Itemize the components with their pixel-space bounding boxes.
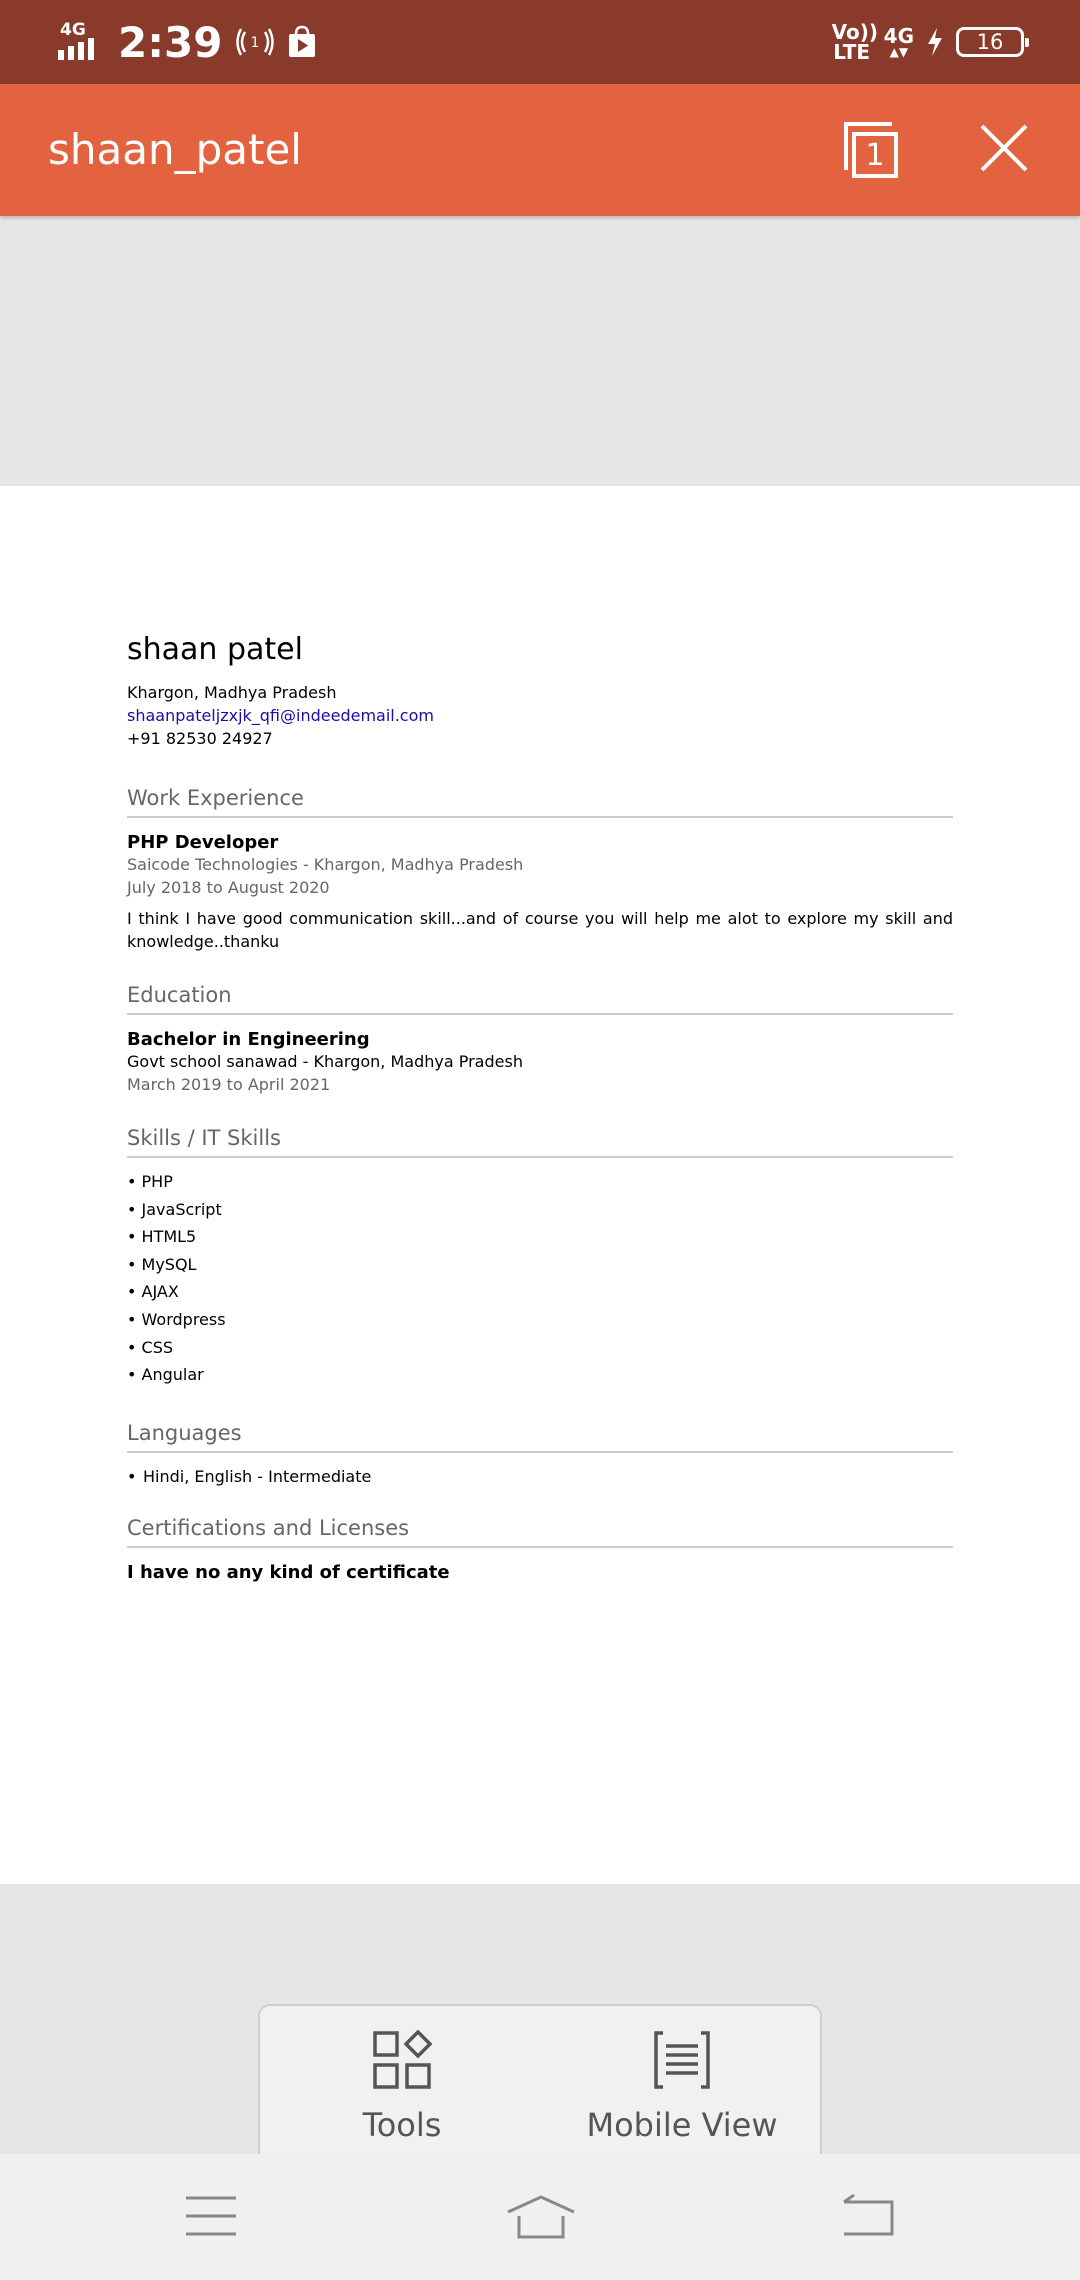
page-count: 1 bbox=[865, 137, 885, 173]
skill-item: JavaScript bbox=[127, 1196, 953, 1224]
store-notification-icon bbox=[289, 25, 316, 57]
section-heading: Work Experience bbox=[127, 786, 953, 818]
skill-item: Angular bbox=[127, 1361, 953, 1389]
languages-section: Languages Hindi, English - Intermediate bbox=[127, 1421, 953, 1486]
degree: Bachelor in Engineering bbox=[127, 1029, 370, 1050]
network-type: 4G bbox=[60, 20, 86, 40]
school: Govt school sanawad - Khargon, Madhya Pr… bbox=[127, 1052, 523, 1071]
contact-info: Khargon, Madhya Pradesh shaanpateljzxjk_… bbox=[127, 681, 953, 750]
company: Saicode Technologies - Khargon, Madhya P… bbox=[127, 855, 524, 874]
status-bar: 4G 2:39 1 Vo)) LTE 4G ▲▼ 16 bbox=[0, 0, 1080, 84]
document-title: shaan_patel bbox=[48, 125, 302, 174]
menu-icon[interactable] bbox=[186, 2194, 236, 2238]
education-section: Education Bachelor in Engineering Govt s… bbox=[127, 983, 953, 1096]
pages-button[interactable]: 1 bbox=[840, 122, 900, 182]
languages-list: Hindi, English - Intermediate bbox=[127, 1467, 953, 1486]
section-heading: Certifications and Licenses bbox=[127, 1516, 953, 1548]
resume-name: shaan patel bbox=[127, 632, 303, 667]
skill-item: CSS bbox=[127, 1334, 953, 1362]
mobile-view-button[interactable]: Mobile View bbox=[562, 2030, 802, 2144]
clock: 2:39 bbox=[118, 17, 223, 67]
education-dates: March 2019 to April 2021 bbox=[127, 1075, 331, 1094]
home-icon[interactable] bbox=[506, 2194, 576, 2240]
navigation-bar bbox=[0, 2154, 1080, 2280]
skills-list: PHP JavaScript HTML5 MySQL AJAX Wordpres… bbox=[127, 1168, 953, 1389]
bottom-toolbar: Tools Mobile View bbox=[258, 2004, 822, 2164]
section-heading: Education bbox=[127, 983, 953, 1015]
language-item: Hindi, English - Intermediate bbox=[127, 1467, 953, 1486]
skill-item: PHP bbox=[127, 1168, 953, 1196]
hotspot-icon: 1 bbox=[236, 28, 275, 56]
svg-text:1: 1 bbox=[251, 35, 260, 51]
email-link[interactable]: shaanpateljzxjk_qfi@indeedemail.com bbox=[127, 704, 953, 727]
close-icon[interactable] bbox=[978, 122, 1030, 174]
mobile-view-icon bbox=[654, 2031, 710, 2089]
job-title: PHP Developer bbox=[127, 832, 279, 853]
tools-label: Tools bbox=[362, 2106, 442, 2144]
skill-item: AJAX bbox=[127, 1278, 953, 1306]
resume: shaan patel Khargon, Madhya Pradesh shaa… bbox=[127, 632, 953, 1583]
signal-icon: 4G bbox=[58, 20, 104, 62]
back-icon[interactable] bbox=[842, 2194, 896, 2240]
phone: +91 82530 24927 bbox=[127, 729, 273, 748]
job-description: I think I have good communication skill.… bbox=[127, 909, 953, 951]
skill-item: Wordpress bbox=[127, 1306, 953, 1334]
skill-item: MySQL bbox=[127, 1251, 953, 1279]
certifications-section: Certifications and Licenses I have no an… bbox=[127, 1516, 953, 1583]
charging-icon bbox=[928, 28, 942, 56]
section-heading: Languages bbox=[127, 1421, 953, 1453]
tools-button[interactable]: Tools bbox=[282, 2029, 522, 2144]
job-dates: July 2018 to August 2020 bbox=[127, 878, 330, 897]
volte-indicator: Vo)) LTE bbox=[831, 20, 879, 64]
location: Khargon, Madhya Pradesh bbox=[127, 683, 337, 702]
certification-text: I have no any kind of certificate bbox=[127, 1561, 450, 1583]
work-experience-section: Work Experience PHP Developer Saicode Te… bbox=[127, 786, 953, 953]
document-page[interactable]: shaan patel Khargon, Madhya Pradesh shaa… bbox=[0, 486, 1080, 1884]
mobile-view-label: Mobile View bbox=[586, 2106, 778, 2144]
skill-item: HTML5 bbox=[127, 1223, 953, 1251]
network-type-2: 4G ▲▼ bbox=[883, 24, 914, 59]
title-bar: shaan_patel 1 bbox=[0, 84, 1080, 216]
battery-icon: 16 bbox=[956, 27, 1029, 57]
tools-icon bbox=[373, 2029, 433, 2089]
section-heading: Skills / IT Skills bbox=[127, 1126, 953, 1158]
skills-section: Skills / IT Skills PHP JavaScript HTML5 … bbox=[127, 1126, 953, 1389]
